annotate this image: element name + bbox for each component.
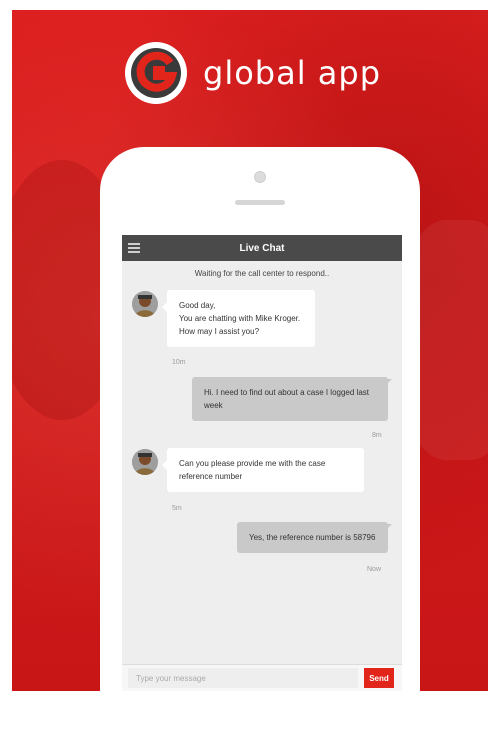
global-app-logo-icon — [125, 42, 187, 104]
message-time: Now — [367, 566, 382, 573]
chat-header: Live Chat — [122, 235, 402, 261]
message-bubble-outgoing: Hi. I need to find out about a case I lo… — [192, 377, 392, 421]
agent-avatar-icon — [132, 449, 158, 475]
message-bubble-outgoing: Yes, the reference number is 58796 — [237, 522, 392, 553]
message-text: Yes, the reference number is 58796 — [249, 533, 376, 542]
message-text: You are chatting with Mike Kroger. — [179, 314, 301, 323]
message-bubble-incoming: Good day, You are chatting with Mike Kro… — [162, 290, 315, 347]
message-composer: Send — [122, 664, 402, 691]
agent-avatar-icon — [132, 291, 158, 317]
chat-status: Waiting for the call center to respond.. — [194, 269, 330, 278]
message-text: Hi. I need to find out about a case I lo… — [204, 388, 369, 397]
message-time: 5m — [172, 505, 182, 512]
brand-name: global app — [203, 54, 381, 92]
message-text: reference number — [179, 472, 243, 481]
hamburger-menu-icon[interactable] — [128, 243, 140, 253]
camera-icon — [254, 171, 266, 183]
speaker-grille — [235, 200, 285, 205]
message-text: How may I assist you? — [179, 327, 260, 336]
chat-screen: Live Chat Waiting for the call center to… — [122, 235, 402, 691]
message-input[interactable] — [128, 668, 358, 688]
message-text: Good day, — [179, 301, 216, 310]
message-text: week — [204, 401, 223, 410]
message-list[interactable]: Waiting for the call center to respond..… — [122, 261, 402, 665]
message-bubble-incoming: Can you please provide me with the case … — [162, 448, 364, 492]
message-text: Can you please provide me with the case — [179, 459, 326, 468]
chat-title: Live Chat — [239, 242, 285, 254]
send-button[interactable]: Send — [364, 668, 394, 688]
message-time: 8m — [372, 432, 382, 439]
brand-header: global app — [125, 42, 381, 104]
message-time: 10m — [172, 359, 186, 366]
